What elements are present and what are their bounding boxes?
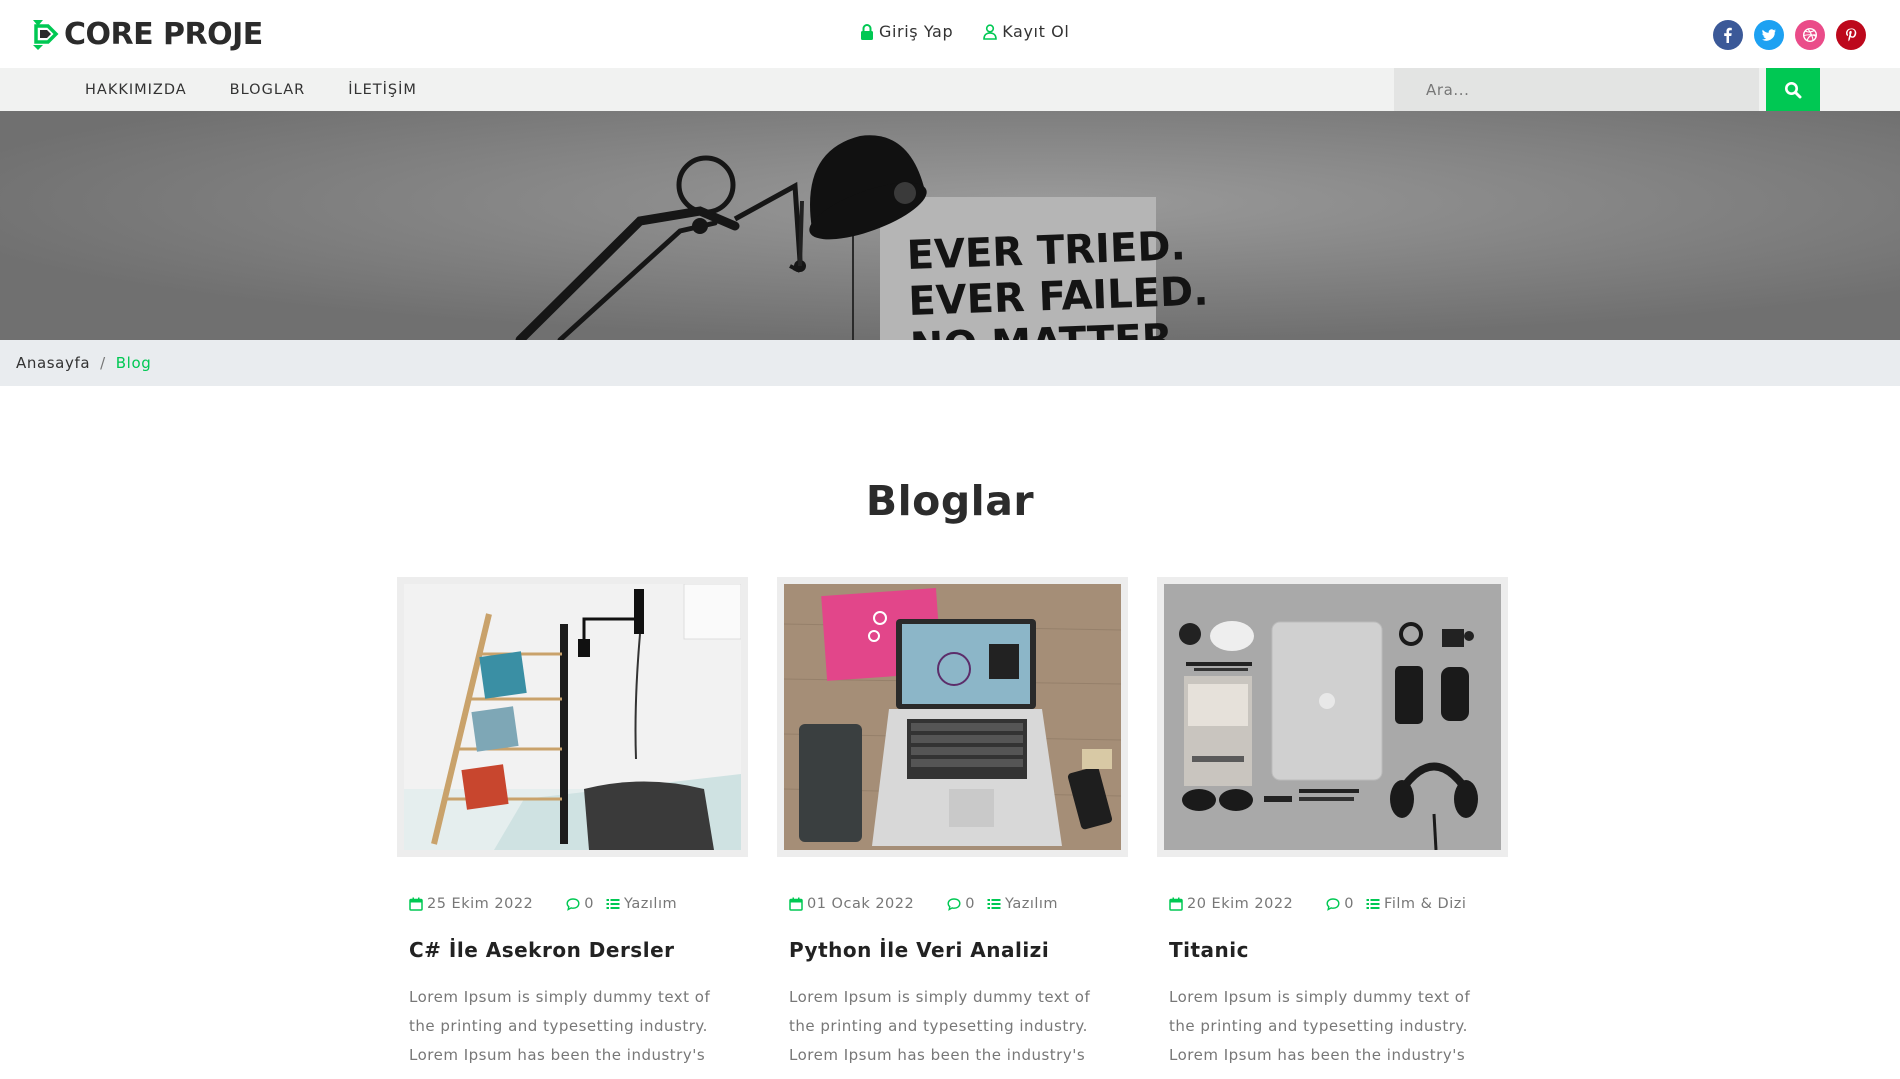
calendar-icon (789, 897, 803, 911)
laptop-desk-photo (784, 584, 1121, 850)
search-input[interactable] (1394, 68, 1759, 111)
ladder-shelf-photo (404, 584, 741, 850)
comment-icon (947, 898, 961, 911)
facebook-icon[interactable] (1713, 20, 1743, 50)
nav-item-bloglar[interactable]: BLOGLAR (230, 82, 306, 98)
blog-card-title[interactable]: Titanic (1157, 938, 1508, 962)
post-category-text: Yazılım (624, 896, 678, 912)
post-category-text: Yazılım (1004, 896, 1059, 912)
blog-card[interactable]: 25 Ekim 2022 0 Yazılım C# İle Asekron De… (397, 577, 748, 1070)
calendar-icon (1169, 897, 1183, 911)
blog-card-image[interactable] (397, 577, 748, 857)
blog-card-title[interactable]: Python İle Veri Analizi (777, 938, 1128, 962)
facebook-glyph (1724, 27, 1732, 43)
breadcrumb-home[interactable]: Anasayfa (16, 354, 90, 372)
hero-banner: EVER TRIED. EVER FAILED. NO MATTER (0, 111, 1900, 340)
post-date: 01 Ocak 2022 (789, 896, 914, 912)
login-link[interactable]: Giriş Yap (860, 22, 953, 41)
flatlay-gadgets-photo (1164, 584, 1501, 850)
post-comments[interactable]: 0 (947, 896, 975, 912)
nav-item-iletisim[interactable]: İLETİŞİM (348, 82, 417, 98)
post-comments[interactable]: 0 (1326, 896, 1354, 912)
search-icon (1785, 81, 1802, 98)
blog-card-excerpt: Lorem Ipsum is simply dummy text of the … (789, 988, 1091, 1064)
calendar-icon (409, 897, 423, 911)
register-link[interactable]: Kayıt Ol (983, 22, 1069, 41)
list-icon (1366, 899, 1380, 909)
post-category[interactable]: Yazılım (987, 896, 1058, 912)
twitter-glyph (1761, 29, 1776, 41)
dribbble-icon[interactable] (1795, 20, 1825, 50)
auth-links: Giriş Yap Kayıt Ol (860, 22, 1069, 41)
comment-icon (1326, 898, 1340, 911)
post-date: 20 Ekim 2022 (1169, 896, 1293, 912)
search-button[interactable] (1766, 68, 1820, 111)
post-category[interactable]: Film & Dizi (1366, 896, 1466, 912)
user-icon (983, 23, 998, 40)
list-icon (987, 899, 1001, 909)
logo-mark-icon (33, 20, 59, 50)
blog-card-excerpt: Lorem Ipsum is simply dummy text of the … (1169, 988, 1471, 1064)
hero-poster-text: EVER TRIED. EVER FAILED. NO MATTER (906, 223, 1210, 340)
comment-icon (566, 898, 580, 911)
post-date-text: 01 Ocak 2022 (807, 896, 915, 912)
blog-card[interactable]: 20 Ekim 2022 0 Film & Dizi Titanic Lorem… (1157, 577, 1508, 1070)
blog-card-image[interactable] (777, 577, 1128, 857)
register-label: Kayıt Ol (1002, 22, 1070, 41)
post-date-text: 20 Ekim 2022 (1187, 896, 1294, 912)
top-header: CORE PROJE Giriş Yap Kayıt Ol (0, 0, 1900, 68)
blog-card-meta: 25 Ekim 2022 0 Yazılım (397, 896, 748, 912)
breadcrumb-current: Blog (115, 354, 152, 372)
blog-card-meta: 01 Ocak 2022 0 Yazılım (777, 896, 1128, 912)
breadcrumb-separator: / (100, 354, 106, 372)
list-icon (606, 899, 620, 909)
blog-card-title[interactable]: C# İle Asekron Dersler (397, 938, 748, 962)
page-title: Bloglar (865, 477, 1035, 525)
twitter-icon[interactable] (1754, 20, 1784, 50)
lock-icon (861, 23, 873, 40)
nav-item-hakkimizda[interactable]: HAKKIMIZDA (85, 82, 187, 98)
blog-card-image[interactable] (1157, 577, 1508, 857)
blog-card-excerpt: Lorem Ipsum is simply dummy text of the … (409, 988, 711, 1064)
breadcrumb: Anasayfa / Blog (0, 340, 1900, 386)
logo[interactable]: CORE PROJE (30, 14, 263, 54)
dribbble-glyph (1802, 27, 1818, 43)
pinterest-glyph (1846, 28, 1857, 42)
post-date: 25 Ekim 2022 (409, 896, 533, 912)
login-label: Giriş Yap (879, 22, 954, 41)
post-comments-count: 0 (965, 896, 975, 912)
post-comments-count: 0 (1344, 896, 1355, 912)
post-comments-count: 0 (584, 896, 595, 912)
logo-text: CORE PROJE (64, 16, 263, 52)
post-date-text: 25 Ekim 2022 (427, 896, 534, 912)
social-links (1713, 20, 1866, 50)
post-comments[interactable]: 0 (566, 896, 594, 912)
blog-card-meta: 20 Ekim 2022 0 Film & Dizi (1157, 896, 1508, 912)
post-category-text: Film & Dizi (1384, 896, 1467, 912)
pinterest-icon[interactable] (1836, 20, 1866, 50)
post-category[interactable]: Yazılım (606, 896, 677, 912)
nav-links: HAKKIMIZDA BLOGLAR İLETİŞİM (85, 68, 417, 111)
blog-card[interactable]: 01 Ocak 2022 0 Yazılım Python İle Veri A… (777, 577, 1128, 1070)
